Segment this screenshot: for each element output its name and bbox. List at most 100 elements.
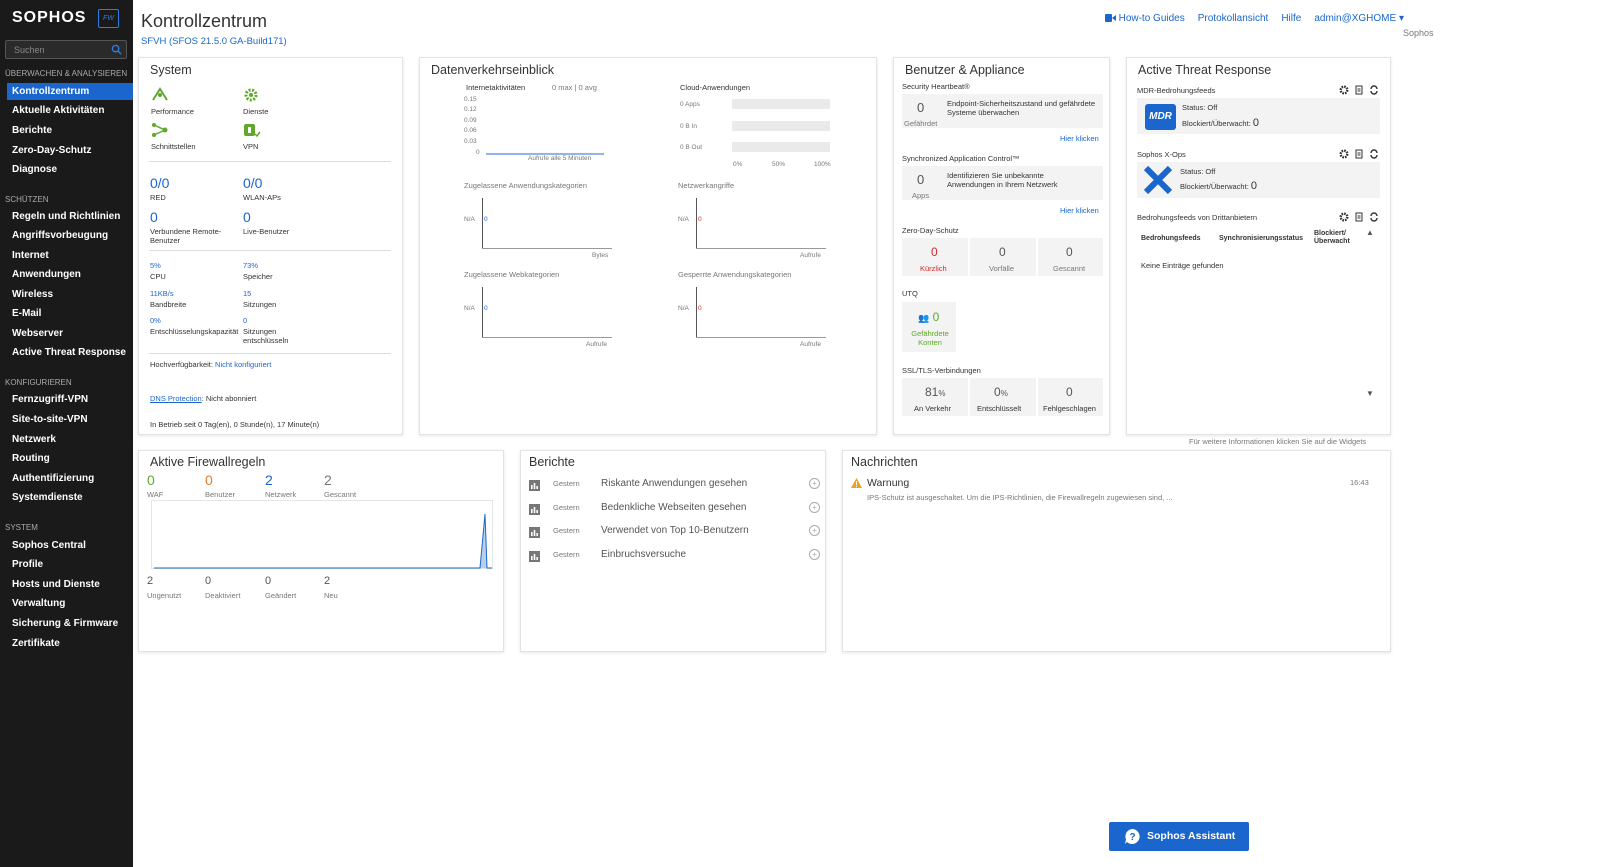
changed-value[interactable]: 0 (265, 575, 271, 587)
cpu-value[interactable]: 5% (150, 261, 161, 270)
performance-icon[interactable] (151, 86, 169, 102)
sidebar-item-internet[interactable]: Internet (7, 247, 133, 264)
sidebar-item-fernzugriff-vpn[interactable]: Fernzugriff-VPN (7, 391, 133, 408)
report-icon[interactable] (1354, 212, 1364, 222)
sidebar-item-verwaltung[interactable]: Verwaltung (7, 595, 133, 612)
sidebar-item-hosts[interactable]: Hosts und Dienste (7, 576, 133, 593)
plus-icon[interactable]: + (809, 549, 820, 560)
reports-widget[interactable]: Berichte Gestern Riskante Anwendungen ge… (520, 450, 826, 652)
col-blocked[interactable]: Blockiert/ Überwacht (1314, 230, 1358, 246)
dns-protection-link[interactable]: DNS Protection (150, 394, 202, 403)
sophos-assistant-button[interactable]: ? Sophos Assistant (1109, 822, 1249, 851)
gear-icon[interactable] (1339, 212, 1349, 222)
log-viewer-link[interactable]: Protokollansicht (1198, 13, 1269, 24)
report-name[interactable]: Riskante Anwendungen gesehen (601, 478, 747, 489)
sidebar-item-systemdienste[interactable]: Systemdienste (7, 489, 133, 506)
scroll-up-icon[interactable]: ▲ (1366, 228, 1374, 237)
gear-icon[interactable] (1339, 149, 1349, 159)
refresh-icon[interactable] (1369, 212, 1379, 222)
interfaces-icon[interactable] (151, 122, 169, 138)
red-value[interactable]: 0/0 (150, 175, 169, 191)
network-rules-value[interactable]: 2 (265, 472, 273, 488)
sidebar-item-aktivitaeten[interactable]: Aktuelle Aktivitäten (7, 102, 133, 119)
scroll-down-icon[interactable]: ▼ (1366, 389, 1374, 398)
search-input[interactable]: Suchen (5, 40, 127, 59)
messages-widget[interactable]: Nachrichten Warnung 16:43 IPS-Schutz ist… (842, 450, 1391, 652)
user-menu[interactable]: admin@XGHOME ▾ (1314, 13, 1404, 24)
user-rules-value[interactable]: 0 (205, 472, 213, 488)
sac-link[interactable]: Hier klicken (1060, 206, 1099, 215)
system-widget[interactable]: System Performance Dienste Schnittstelle… (138, 57, 403, 435)
zeroday-incidents-label: Vorfälle (989, 264, 1015, 273)
sidebar-item-webserver[interactable]: Webserver (7, 325, 133, 342)
sidebar-item-profile[interactable]: Profile (7, 556, 133, 573)
sidebar-item-netzwerk[interactable]: Netzwerk (7, 431, 133, 448)
refresh-icon[interactable] (1369, 149, 1379, 159)
sidebar-item-zero-day[interactable]: Zero-Day-Schutz (7, 142, 133, 159)
heartbeat-value: 0 (917, 100, 925, 115)
sidebar-item-authentifizierung[interactable]: Authentifizierung (7, 470, 133, 487)
sessions-value[interactable]: 15 (243, 289, 251, 298)
plus-icon[interactable]: + (809, 478, 820, 489)
report-row[interactable]: Gestern Riskante Anwendungen gesehen + (529, 477, 821, 497)
search-icon[interactable] (111, 44, 122, 55)
assistant-label: Sophos Assistant (1147, 830, 1236, 842)
plus-icon[interactable]: + (809, 525, 820, 536)
report-row[interactable]: Gestern Einbruchsversuche + (529, 548, 821, 568)
col-feeds[interactable]: Bedrohungsfeeds (1141, 235, 1201, 242)
sidebar-item-kontrollzentrum[interactable]: Kontrollzentrum (7, 83, 133, 100)
services-icon[interactable] (243, 87, 259, 103)
report-icon[interactable] (1354, 149, 1364, 159)
sidebar-item-sophos-central[interactable]: Sophos Central (7, 537, 133, 554)
vpn-icon[interactable] (243, 122, 261, 138)
disabled-value[interactable]: 0 (205, 575, 211, 587)
sidebar-item-diagnose[interactable]: Diagnose (7, 161, 133, 178)
col-sync-status[interactable]: Synchronisierungsstatus (1219, 235, 1303, 242)
sidebar-item-sicherung[interactable]: Sicherung & Firmware (7, 615, 133, 632)
wlan-value[interactable]: 0/0 (243, 175, 262, 191)
sidebar-item-routing[interactable]: Routing (7, 450, 133, 467)
refresh-icon[interactable] (1369, 85, 1379, 95)
sidebar-item-angriffsvorbeugung[interactable]: Angriffsvorbeugung (7, 227, 133, 244)
traffic-insight-widget[interactable]: Datenverkehrseinblick Internetaktivitäte… (419, 57, 877, 435)
waf-value[interactable]: 0 (147, 472, 155, 488)
decrypt-capacity-value[interactable]: 0% (150, 316, 161, 325)
report-name[interactable]: Verwendet von Top 10-Benutzern (601, 525, 749, 536)
sidebar-item-regeln[interactable]: Regeln und Richtlinien (7, 208, 133, 225)
report-row[interactable]: Gestern Bedenkliche Webseiten gesehen + (529, 501, 821, 521)
decrypt-sessions-value[interactable]: 0 (243, 316, 247, 325)
sidebar-item-email[interactable]: E-Mail (7, 305, 133, 322)
howto-link[interactable]: How-to Guides (1104, 13, 1185, 24)
sidebar-item-site-to-site-vpn[interactable]: Site-to-site-VPN (7, 411, 133, 428)
remote-users-value[interactable]: 0 (150, 209, 158, 225)
firewall-rules-widget[interactable]: Aktive Firewallregeln 0 WAF 0 Benutzer 2… (138, 450, 504, 652)
report-icon[interactable] (1354, 85, 1364, 95)
xops-blocked-label: Blockiert/Überwacht: (1180, 182, 1249, 191)
sidebar-item-atr[interactable]: Active Threat Response (7, 344, 133, 361)
message-type[interactable]: Warnung (867, 477, 909, 489)
firewall-traffic-chart[interactable] (151, 500, 493, 569)
sidebar-item-zertifikate[interactable]: Zertifikate (7, 635, 133, 652)
users-appliance-widget[interactable]: Benutzer & Appliance Security Heartbeat®… (893, 57, 1110, 435)
scanned-value[interactable]: 2 (324, 472, 332, 488)
zeroday-incidents-value: 0 (999, 245, 1006, 259)
report-name[interactable]: Bedenkliche Webseiten gesehen (601, 502, 746, 513)
plus-icon[interactable]: + (809, 502, 820, 513)
xops-box[interactable] (1137, 162, 1380, 198)
atr-widget[interactable]: Active Threat Response MDR-Bedrohungsfee… (1126, 57, 1391, 435)
help-link[interactable]: Hilfe (1281, 13, 1301, 24)
heartbeat-link[interactable]: Hier klicken (1060, 134, 1099, 143)
sidebar-item-anwendungen[interactable]: Anwendungen (7, 266, 133, 283)
report-name[interactable]: Einbruchsversuche (601, 549, 686, 560)
sidebar-item-wireless[interactable]: Wireless (7, 286, 133, 303)
new-value[interactable]: 2 (324, 575, 330, 587)
zeroday-recent-value: 0 (931, 245, 938, 259)
live-users-value[interactable]: 0 (243, 209, 251, 225)
report-row[interactable]: Gestern Verwendet von Top 10-Benutzern + (529, 524, 821, 544)
unused-value[interactable]: 2 (147, 575, 153, 587)
memory-value[interactable]: 73% (243, 261, 258, 270)
gear-icon[interactable] (1339, 85, 1349, 95)
sidebar-item-berichte[interactable]: Berichte (7, 122, 133, 139)
ha-config-link[interactable]: Nicht konfiguriert (215, 360, 271, 369)
bandwidth-value[interactable]: 11KB/s (150, 289, 174, 298)
